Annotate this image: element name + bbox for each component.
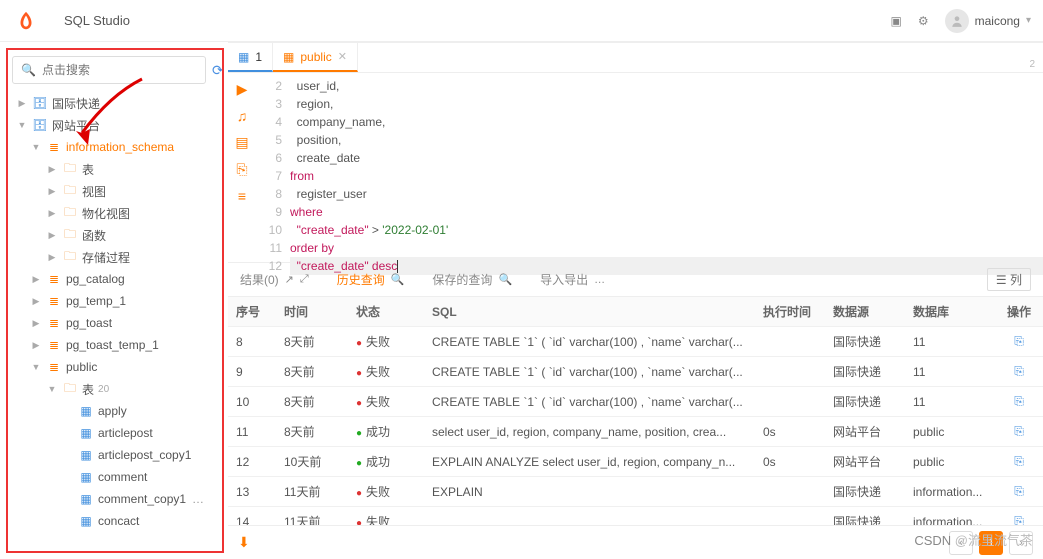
table-row[interactable]: 108天前●失败CREATE TABLE `1` ( `id` varchar(… xyxy=(228,387,1043,417)
code-content: user_id, region, company_name, position,… xyxy=(290,77,1043,262)
results-tabs: 结果(0)↗⤢ 历史查询🔍 保存的查询🔍 导入导出… ☰ 列 xyxy=(228,263,1043,297)
tab-import-export[interactable]: 导入导出… xyxy=(540,271,605,288)
grid-icon: ▦ xyxy=(238,50,249,64)
app-title: SQL Studio xyxy=(64,13,130,28)
pager-page-1[interactable]: 1 xyxy=(979,531,1003,555)
tab-saved[interactable]: 保存的查询🔍 xyxy=(432,271,512,288)
copy-icon[interactable]: ⎘ xyxy=(1014,484,1024,498)
user-menu[interactable]: maicong ▾ xyxy=(945,9,1031,33)
tree-item[interactable]: ▶🗀物化视图 xyxy=(12,202,218,224)
copy-icon[interactable]: ⎘ xyxy=(1014,514,1024,525)
tree-item[interactable]: ▦articlepost xyxy=(12,422,218,444)
tree-item[interactable]: ▶🗀视图 xyxy=(12,180,218,202)
tab-results[interactable]: 结果(0)↗⤢ xyxy=(240,271,309,288)
tree-item[interactable]: ▦comment_copy1… xyxy=(12,488,218,510)
table-row[interactable]: 118天前●成功select user_id, region, company_… xyxy=(228,417,1043,447)
tree-item[interactable]: ▦comment xyxy=(12,466,218,488)
table-row[interactable]: 98天前●失败CREATE TABLE `1` ( `id` varchar(1… xyxy=(228,357,1043,387)
search-icon: 🔍 xyxy=(391,273,405,286)
tree-item[interactable]: ▼🗄网站平台 xyxy=(12,114,218,136)
tree-item[interactable]: ▦apply xyxy=(12,400,218,422)
history-table: 序号 时间 状态 SQL 执行时间 数据源 数据库 操作 88天前●失败CREA… xyxy=(228,297,1043,525)
editor-toolbar: ▶ ♫ ▤ ⎘ ≡ xyxy=(228,73,256,262)
line-numbers: 23456789101112 xyxy=(256,77,290,262)
pager: ⬇ ‹ 1 › xyxy=(228,525,1043,559)
username: maicong xyxy=(975,14,1020,28)
search-input[interactable] xyxy=(42,63,197,77)
tree-item[interactable]: ▼🗀表20 xyxy=(12,378,218,400)
editor-area: ▶ ♫ ▤ ⎘ ≡ 23456789101112 user_id, region… xyxy=(228,73,1043,263)
main-panel: ▦ 1 ▦ public ✕ 2 ▶ ♫ ▤ ⎘ ≡ 2345678910111… xyxy=(228,42,1043,559)
tree-item[interactable]: ▶≣pg_toast xyxy=(12,312,218,334)
close-icon[interactable]: ✕ xyxy=(338,50,347,63)
search-input-wrap[interactable]: 🔍 xyxy=(12,56,206,84)
tree-item[interactable]: ▦concact xyxy=(12,510,218,532)
schema-icon: ▦ xyxy=(283,50,294,64)
explain-icon[interactable]: ♫ xyxy=(237,108,248,124)
search-icon: 🔍 xyxy=(21,63,36,77)
list-icon[interactable]: ≡ xyxy=(238,188,246,204)
tab-history[interactable]: 历史查询🔍 xyxy=(337,271,405,288)
search-icon: 🔍 xyxy=(498,273,512,286)
table-row[interactable]: 88天前●失败CREATE TABLE `1` ( `id` varchar(1… xyxy=(228,327,1043,357)
tree-item[interactable]: ▦articlepost_copy1 xyxy=(12,444,218,466)
chevron-down-icon: ▾ xyxy=(1026,15,1031,26)
tree-item[interactable]: ▼≣public xyxy=(12,356,218,378)
table-row[interactable]: 1411天前●失败国际快递information...⎘ xyxy=(228,507,1043,525)
run-icon[interactable]: ▶ xyxy=(237,81,248,98)
columns-button[interactable]: ☰ 列 xyxy=(987,268,1031,291)
avatar xyxy=(945,9,969,33)
tree-item[interactable]: ▶≣pg_temp_1 xyxy=(12,290,218,312)
tree-item[interactable]: ▼≣information_schema xyxy=(12,136,218,158)
tree-item[interactable]: ▶🗀存储过程 xyxy=(12,246,218,268)
db-tree: ▶🗄国际快递▼🗄网站平台▼≣information_schema▶🗀表▶🗀视图▶… xyxy=(12,92,218,532)
pager-next[interactable]: › xyxy=(1009,531,1033,555)
editor-tabs: ▦ 1 ▦ public ✕ 2 xyxy=(228,43,1043,73)
sql-editor[interactable]: 23456789101112 user_id, region, company_… xyxy=(256,73,1043,262)
tree-item[interactable]: ▶🗄国际快递 xyxy=(12,92,218,114)
refresh-icon[interactable]: ⟳ xyxy=(212,58,224,82)
sidebar: 🔍 ⟳ ▶🗄国际快递▼🗄网站平台▼≣information_schema▶🗀表▶… xyxy=(6,48,224,553)
tab-1[interactable]: ▦ 1 xyxy=(228,43,273,72)
copy-icon[interactable]: ⎘ xyxy=(1014,394,1024,408)
copy-icon[interactable]: ⎘ xyxy=(1014,364,1024,378)
tree-item[interactable]: ▶🗀表 xyxy=(12,158,218,180)
tree-item[interactable]: ▶🗀函数 xyxy=(12,224,218,246)
download-icon[interactable]: ⬇ xyxy=(238,534,250,551)
database-icon[interactable]: ▣ xyxy=(891,14,902,28)
tab-counter: 2 xyxy=(1029,59,1035,70)
save-icon[interactable]: ▤ xyxy=(235,134,248,151)
tab-public[interactable]: ▦ public ✕ xyxy=(273,43,358,72)
format-icon[interactable]: ⎘ xyxy=(236,161,247,178)
tree-item[interactable]: ▶≣pg_toast_temp_1 xyxy=(12,334,218,356)
copy-icon[interactable]: ⎘ xyxy=(1014,334,1024,348)
copy-icon[interactable]: ⎘ xyxy=(1014,424,1024,438)
app-header: SQL Studio ▣ ⚙ maicong ▾ xyxy=(0,0,1043,42)
gear-icon[interactable]: ⚙ xyxy=(918,14,929,28)
logo-icon xyxy=(12,7,40,35)
table-header: 序号 时间 状态 SQL 执行时间 数据源 数据库 操作 xyxy=(228,297,1043,327)
pager-prev[interactable]: ‹ xyxy=(949,531,973,555)
table-row[interactable]: 1210天前●成功EXPLAIN ANALYZE select user_id,… xyxy=(228,447,1043,477)
copy-icon[interactable]: ⎘ xyxy=(1014,454,1024,468)
table-row[interactable]: 1311天前●失败EXPLAIN国际快递information...⎘ xyxy=(228,477,1043,507)
tree-item[interactable]: ▶≣pg_catalog xyxy=(12,268,218,290)
